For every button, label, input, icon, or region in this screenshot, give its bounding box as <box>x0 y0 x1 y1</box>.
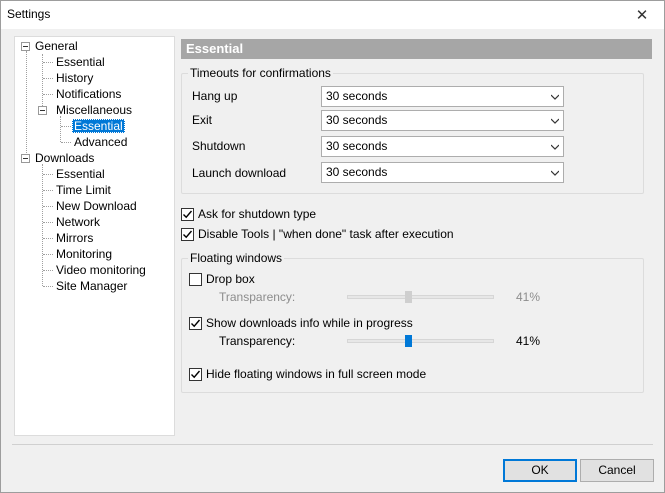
drop-box-transparency-label: Transparency: <box>219 290 296 304</box>
slider-thumb-icon <box>405 291 412 303</box>
tree-item-history[interactable]: History <box>54 70 95 86</box>
footer-divider <box>12 444 653 445</box>
settings-window: Settings ✕ General Essential History Not… <box>0 0 665 493</box>
drop-box-checkbox[interactable]: Drop box <box>189 271 255 287</box>
checkbox-checked-icon[interactable] <box>189 367 202 381</box>
cancel-button[interactable]: Cancel <box>580 459 654 482</box>
checkbox-unchecked-icon[interactable] <box>189 272 202 286</box>
tree-item-miscellaneous[interactable]: Miscellaneous <box>54 102 134 118</box>
tree-item-monitoring[interactable]: Monitoring <box>54 246 114 262</box>
ask-shutdown-checkbox[interactable]: Ask for shutdown type <box>181 206 316 222</box>
settings-tree: General Essential History Notifications … <box>14 36 175 436</box>
tree-item-site-manager[interactable]: Site Manager <box>54 278 129 294</box>
panel-header: Essential <box>181 39 652 59</box>
floating-windows-title: Floating windows <box>188 251 285 265</box>
slider-thumb-icon[interactable] <box>405 335 412 347</box>
hang-up-select[interactable]: 30 seconds <box>321 86 564 107</box>
downloads-transparency-value: 41% <box>516 334 541 348</box>
disable-tools-checkbox[interactable]: Disable Tools | "when done" task after e… <box>181 226 454 242</box>
tree-item-downloads-essential[interactable]: Essential <box>54 166 107 182</box>
checkbox-checked-icon[interactable] <box>181 207 194 221</box>
downloads-transparency-slider[interactable] <box>347 339 494 343</box>
tree-item-general[interactable]: General <box>33 38 80 54</box>
exit-select[interactable]: 30 seconds <box>321 110 564 131</box>
timeouts-group-title: Timeouts for confirmations <box>188 66 333 80</box>
tree-item-time-limit[interactable]: Time Limit <box>54 182 113 198</box>
tree-item-misc-essential[interactable]: Essential <box>72 118 125 134</box>
shutdown-select[interactable]: 30 seconds <box>321 136 564 157</box>
chevron-down-icon <box>551 170 559 176</box>
hang-up-label: Hang up <box>192 89 238 103</box>
launch-download-label: Launch download <box>192 166 287 180</box>
chevron-down-icon <box>551 118 559 124</box>
tree-item-advanced[interactable]: Advanced <box>72 134 129 150</box>
tree-item-network[interactable]: Network <box>54 214 102 230</box>
tree-item-new-download[interactable]: New Download <box>54 198 139 214</box>
chevron-down-icon <box>551 94 559 100</box>
downloads-transparency-label: Transparency: <box>219 334 296 348</box>
tree-item-video-monitoring[interactable]: Video monitoring <box>54 262 148 278</box>
ok-button[interactable]: OK <box>503 459 577 482</box>
collapse-icon[interactable] <box>38 106 47 115</box>
hide-fullscreen-checkbox[interactable]: Hide floating windows in full screen mod… <box>189 366 426 382</box>
exit-label: Exit <box>192 113 213 127</box>
collapse-icon[interactable] <box>21 154 30 163</box>
chevron-down-icon <box>551 144 559 150</box>
collapse-icon[interactable] <box>21 42 30 51</box>
checkbox-checked-icon[interactable] <box>181 227 194 241</box>
title-bar: Settings ✕ <box>1 1 664 29</box>
show-downloads-checkbox[interactable]: Show downloads info while in progress <box>189 315 413 331</box>
window-title: Settings <box>7 7 51 21</box>
launch-download-select[interactable]: 30 seconds <box>321 162 564 183</box>
close-icon[interactable]: ✕ <box>620 1 664 29</box>
drop-box-transparency-value: 41% <box>516 290 541 304</box>
shutdown-label: Shutdown <box>192 139 246 153</box>
checkbox-checked-icon[interactable] <box>189 316 202 330</box>
tree-item-notifications[interactable]: Notifications <box>54 86 123 102</box>
tree-item-general-essential[interactable]: Essential <box>54 54 107 70</box>
drop-box-transparency-slider <box>347 295 494 299</box>
tree-item-mirrors[interactable]: Mirrors <box>54 230 95 246</box>
